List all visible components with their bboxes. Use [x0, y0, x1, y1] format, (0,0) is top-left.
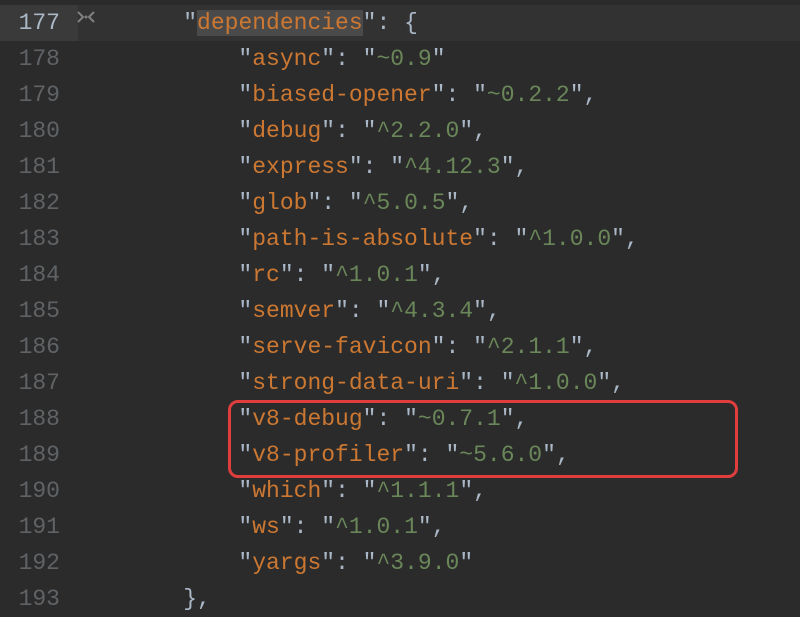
code-line[interactable]: "rc": "^1.0.1", [78, 257, 800, 293]
json-key: async [252, 46, 321, 72]
json-value: ^4.3.4 [390, 298, 473, 324]
line-number: 181 [0, 149, 78, 185]
code-line[interactable]: "glob": "^5.0.5", [78, 185, 800, 221]
json-value: ^2.2.0 [376, 118, 459, 144]
json-value: ^2.1.1 [487, 334, 570, 360]
json-key: semver [252, 298, 335, 324]
line-number: 183 [0, 221, 78, 257]
line-number: 180 [0, 113, 78, 149]
line-number: 178 [0, 41, 78, 77]
line-number: 189 [0, 437, 78, 473]
code-editor[interactable]: 1771781791801811821831841851861871881891… [0, 0, 800, 616]
json-key: strong-data-uri [252, 370, 459, 396]
json-value: ^5.0.5 [363, 190, 446, 216]
json-value: ^1.0.1 [335, 514, 418, 540]
open-brace: { [404, 10, 418, 36]
line-number: 185 [0, 293, 78, 329]
json-key: debug [252, 118, 321, 144]
json-key: yargs [252, 550, 321, 576]
line-number: 182 [0, 185, 78, 221]
json-key: rc [252, 262, 280, 288]
line-number: 192 [0, 545, 78, 581]
json-value: ^1.0.0 [528, 226, 611, 252]
line-number: 179 [0, 77, 78, 113]
code-line[interactable]: "serve-favicon": "^2.1.1", [78, 329, 800, 365]
code-line[interactable]: "path-is-absolute": "^1.0.0", [78, 221, 800, 257]
code-line[interactable]: "debug": "^2.2.0", [78, 113, 800, 149]
line-number: 191 [0, 509, 78, 545]
close-brace: } [183, 586, 197, 612]
json-key: glob [252, 190, 307, 216]
json-value: ^1.0.0 [515, 370, 598, 396]
json-key: express [252, 154, 349, 180]
json-key: serve-favicon [252, 334, 431, 360]
code-line[interactable]: "strong-data-uri": "^1.0.0", [78, 365, 800, 401]
json-key: v8-profiler [252, 442, 404, 468]
json-value: ^1.1.1 [376, 478, 459, 504]
json-value: ^1.0.1 [335, 262, 418, 288]
json-key: ws [252, 514, 280, 540]
fold-icon[interactable] [74, 10, 98, 26]
line-number: 188 [0, 401, 78, 437]
json-value: ^3.9.0 [376, 550, 459, 576]
json-key: dependencies [197, 10, 363, 36]
json-value: ~0.2.2 [487, 82, 570, 108]
json-value: ~5.6.0 [459, 442, 542, 468]
code-line[interactable]: "which": "^1.1.1", [78, 473, 800, 509]
code-line[interactable]: "dependencies": { [78, 5, 800, 41]
json-key: v8-debug [252, 406, 362, 432]
json-value: ^4.12.3 [404, 154, 501, 180]
code-line[interactable]: "yargs": "^3.9.0" [78, 545, 800, 581]
code-line[interactable]: "ws": "^1.0.1", [78, 509, 800, 545]
code-line[interactable]: "semver": "^4.3.4", [78, 293, 800, 329]
line-number: 190 [0, 473, 78, 509]
json-value: ~0.7.1 [418, 406, 501, 432]
json-key: biased-opener [252, 82, 431, 108]
code-line[interactable]: "async": "~0.9" [78, 41, 800, 77]
line-number: 177 [0, 5, 78, 41]
gutter: 1771781791801811821831841851861871881891… [0, 0, 78, 616]
code-line[interactable]: "express": "^4.12.3", [78, 149, 800, 185]
code-area[interactable]: "dependencies": { "async": "~0.9" "biase… [78, 0, 800, 616]
json-key: path-is-absolute [252, 226, 473, 252]
line-number: 184 [0, 257, 78, 293]
code-line[interactable]: "v8-profiler": "~5.6.0", [78, 437, 800, 473]
code-line[interactable]: }, [78, 581, 800, 617]
code-line[interactable]: "v8-debug": "~0.7.1", [78, 401, 800, 437]
json-value: ~0.9 [376, 46, 431, 72]
json-key: which [252, 478, 321, 504]
line-number: 193 [0, 581, 78, 617]
code-line[interactable]: "biased-opener": "~0.2.2", [78, 77, 800, 113]
line-number: 187 [0, 365, 78, 401]
line-number: 186 [0, 329, 78, 365]
